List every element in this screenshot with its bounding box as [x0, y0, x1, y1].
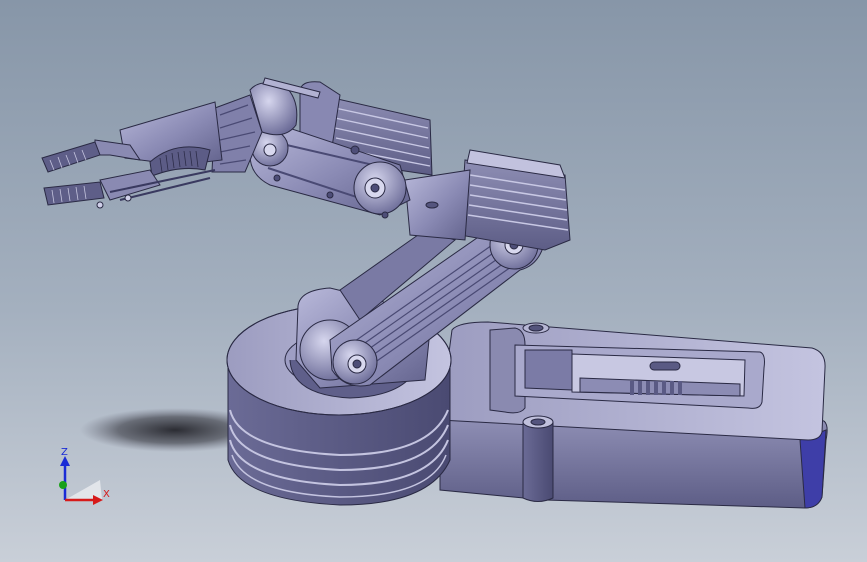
axis-x-label: X	[103, 489, 110, 500]
robot-arm-model[interactable]	[0, 0, 867, 562]
cad-3d-viewport[interactable]: Z X	[0, 0, 867, 562]
base-plate[interactable]	[439, 321, 828, 509]
gripper[interactable]	[41, 101, 223, 209]
orientation-triad	[59, 456, 103, 505]
axis-z-label: Z	[61, 447, 68, 458]
